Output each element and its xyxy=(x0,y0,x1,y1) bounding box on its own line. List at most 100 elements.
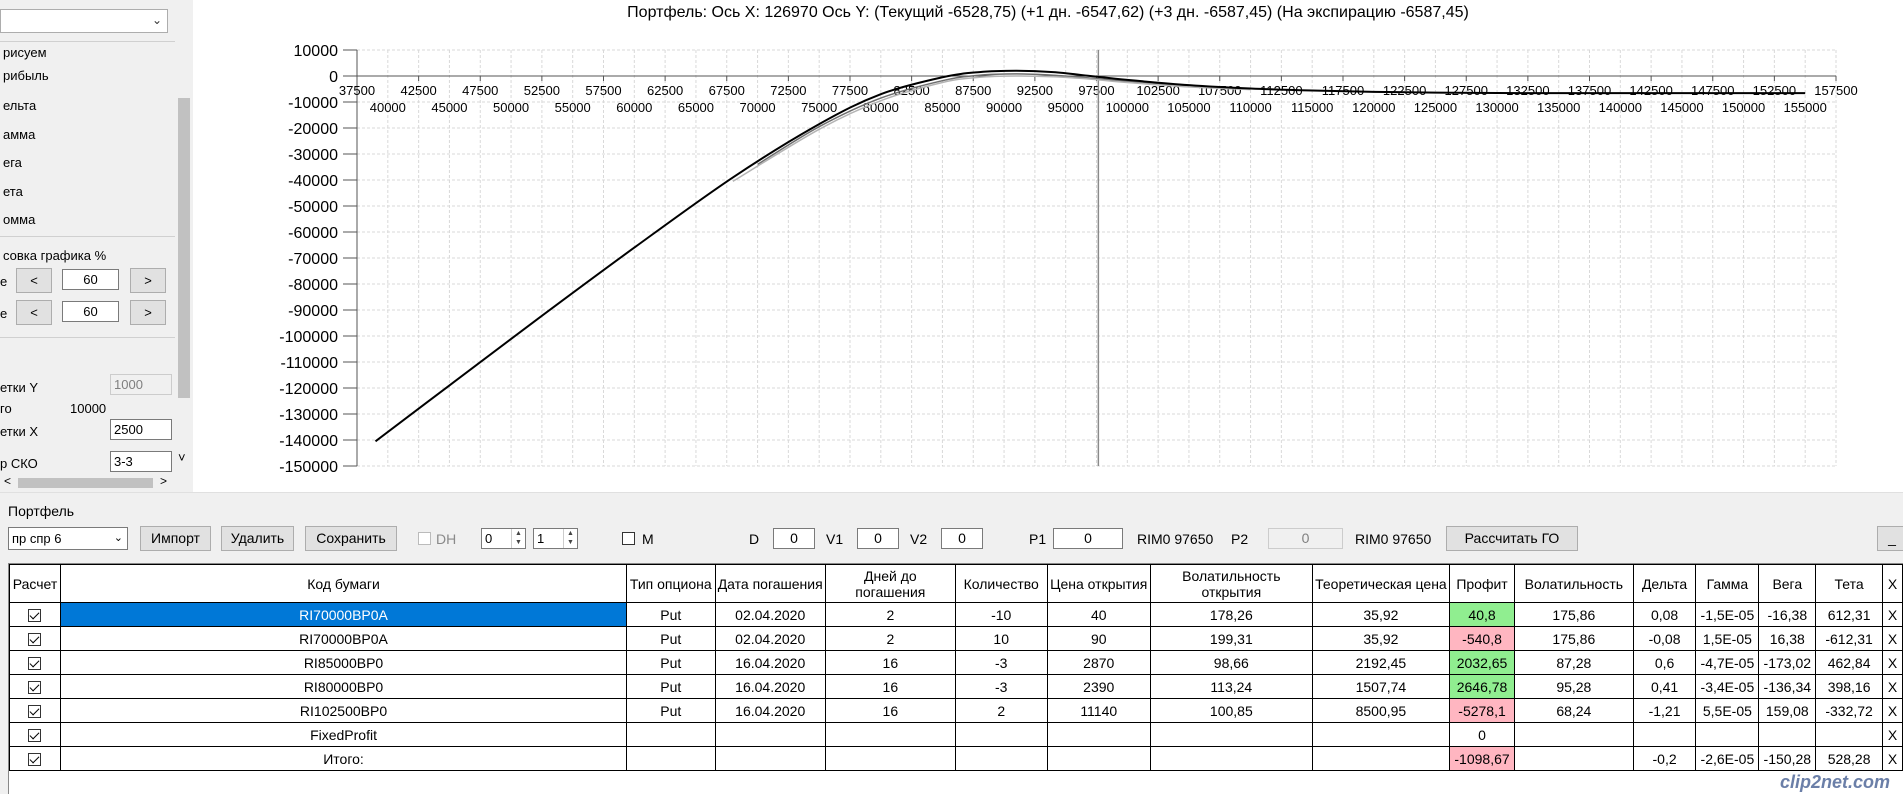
p1-input[interactable]: 0 xyxy=(1053,528,1123,549)
calc-checkbox-cell[interactable] xyxy=(9,674,61,699)
checkbox-checked-icon[interactable] xyxy=(28,681,42,695)
table-cell[interactable]: RI80000BP0 xyxy=(59,674,628,699)
table-cell: 159,08 xyxy=(1758,698,1817,723)
column-header[interactable]: Вега xyxy=(1758,564,1817,603)
calc-checkbox-cell[interactable] xyxy=(9,746,61,771)
checkbox-checked-icon[interactable] xyxy=(28,633,42,647)
column-header[interactable]: Волатильность открытия xyxy=(1149,564,1313,603)
calc-checkbox-cell[interactable] xyxy=(9,602,61,627)
checkbox-checked-icon[interactable] xyxy=(28,729,42,743)
column-header[interactable]: Код бумаги xyxy=(59,564,628,603)
table-cell: 16 xyxy=(824,674,956,699)
table-cell[interactable]: RI70000BP0A xyxy=(59,626,628,651)
table-row[interactable]: RI85000BP0 Put 16.04.2020 16 -3 2870 98,66 2192… xyxy=(9,650,1903,675)
series-line xyxy=(374,69,1806,443)
x-tick-label-lower: 50000 xyxy=(493,100,529,115)
v1-input[interactable]: 0 xyxy=(857,528,899,549)
delete-row-cell[interactable]: X xyxy=(1881,746,1903,771)
table-cell: -612,31 xyxy=(1815,626,1883,651)
table-cell: -1,5E-05 xyxy=(1695,602,1760,627)
v2-input[interactable]: 0 xyxy=(941,528,983,549)
column-header[interactable]: Дней до погашения xyxy=(824,564,956,603)
spin-arrows-icon[interactable]: ▲ ▼ xyxy=(563,529,577,548)
table-cell[interactable]: RI85000BP0 xyxy=(59,650,628,675)
x-tick-label-lower: 145000 xyxy=(1660,100,1703,115)
delete-row-cell[interactable]: X xyxy=(1881,722,1903,747)
x-tick-label-lower: 140000 xyxy=(1599,100,1642,115)
table-cell: 0,41 xyxy=(1632,674,1697,699)
table-cell[interactable]: RI102500BP0 xyxy=(59,698,628,723)
table-row[interactable]: RI70000BP0A Put 02.04.2020 2 10 90 199,31 35,92… xyxy=(9,626,1903,651)
delete-row-cell[interactable]: X xyxy=(1881,674,1903,699)
table-header-row: Расчет Код бумаги Тип опциона Дата погашени… xyxy=(9,564,1903,603)
p1-label: P1 xyxy=(1029,531,1047,547)
save-button[interactable]: Сохранить xyxy=(305,526,397,551)
checkbox-checked-icon[interactable] xyxy=(28,753,42,767)
table-row[interactable]: FixedProfit 0 X xyxy=(9,722,1903,747)
delete-row-cell[interactable]: X xyxy=(1881,650,1903,675)
table-row[interactable]: RI102500BP0 Put 16.04.2020 16 2 11140 100,85 85… xyxy=(9,698,1903,723)
checkbox-checked-icon[interactable] xyxy=(28,705,42,719)
column-header[interactable]: Цена открытия xyxy=(1046,564,1151,603)
minimize-button[interactable]: _ xyxy=(1877,526,1903,551)
portfolio-combo[interactable]: пр спр 6 ⌄ xyxy=(8,527,128,550)
table-cell: -3 xyxy=(954,674,1048,699)
spin-arrows-icon[interactable]: ▲ ▼ xyxy=(511,529,525,548)
delete-row-cell[interactable]: X xyxy=(1881,602,1903,627)
table-cell: 16 xyxy=(824,650,956,675)
pnl-chart[interactable]: 100000-10000-20000-30000-40000-50000-600… xyxy=(0,0,1903,485)
column-header[interactable]: Количество xyxy=(954,564,1048,603)
calc-checkbox-cell[interactable] xyxy=(9,698,61,723)
app-window: ⌄ рисуем рибыль ельта амма ега ета омма … xyxy=(0,0,1903,794)
chevron-down-icon[interactable]: ⌄ xyxy=(114,528,123,549)
table-cell[interactable]: RI70000BP0A xyxy=(59,602,628,627)
column-header[interactable]: Теоретическая цена xyxy=(1311,564,1451,603)
table-cell: Put xyxy=(626,650,716,675)
column-header[interactable]: Профит xyxy=(1449,564,1515,603)
table-cell xyxy=(1758,722,1817,747)
checkbox-checked-icon[interactable] xyxy=(28,609,42,623)
table-cell: -4,7E-05 xyxy=(1695,650,1760,675)
x-tick-label-lower: 115000 xyxy=(1291,100,1333,115)
table-cell xyxy=(1513,746,1634,771)
table-cell: 1507,74 xyxy=(1311,674,1451,699)
import-button[interactable]: Импорт xyxy=(140,526,211,551)
table-row[interactable]: RI70000BP0A Put 02.04.2020 2 -10 40 178,26 35,9… xyxy=(9,602,1903,627)
column-header[interactable]: Гамма xyxy=(1695,564,1760,603)
column-header[interactable]: Тета xyxy=(1815,564,1883,603)
spin-2[interactable]: 1 ▲ ▼ xyxy=(533,528,578,549)
x-tick-label-lower: 135000 xyxy=(1537,100,1580,115)
checkbox-checked-icon[interactable] xyxy=(28,657,42,671)
m-checkbox[interactable] xyxy=(622,532,635,545)
table-cell: 35,92 xyxy=(1311,602,1451,627)
column-header[interactable]: Дата погашения xyxy=(714,564,826,603)
column-header[interactable]: Волатильность xyxy=(1513,564,1634,603)
table-cell: 95,28 xyxy=(1513,674,1634,699)
x-tick-label-lower: 125000 xyxy=(1414,100,1457,115)
table-cell: -1098,67 xyxy=(1449,746,1515,771)
column-header[interactable]: Тип опциона xyxy=(626,564,716,603)
x-tick-label-upper: 67500 xyxy=(709,83,745,98)
calc-checkbox-cell[interactable] xyxy=(9,722,61,747)
x-tick-label-lower: 80000 xyxy=(863,100,899,115)
delete-row-cell[interactable]: X xyxy=(1881,626,1903,651)
table-cell: -173,02 xyxy=(1758,650,1817,675)
delete-row-cell[interactable]: X xyxy=(1881,698,1903,723)
calc-checkbox-cell[interactable] xyxy=(9,650,61,675)
spin-1[interactable]: 0 ▲ ▼ xyxy=(481,528,526,549)
table-cell: -150,28 xyxy=(1758,746,1817,771)
table-cell xyxy=(1311,722,1451,747)
table-row[interactable]: RI80000BP0 Put 16.04.2020 16 -3 2390 113,24 150… xyxy=(9,674,1903,699)
column-header[interactable]: Расчет xyxy=(9,564,61,603)
calc-go-button[interactable]: Рассчитать ГО xyxy=(1446,526,1578,551)
column-header[interactable]: Дельта xyxy=(1632,564,1697,603)
delete-button[interactable]: Удалить xyxy=(221,526,294,551)
table-cell[interactable]: FixedProfit xyxy=(59,722,628,747)
calc-checkbox-cell[interactable] xyxy=(9,626,61,651)
d-input[interactable]: 0 xyxy=(773,528,815,549)
table-row[interactable]: Итого: -1098,67 -0,2 -2,6E-05 -150,28 528,28 X xyxy=(9,746,1903,771)
table-cell[interactable]: Итого: xyxy=(59,746,628,771)
table-cell: 10 xyxy=(954,626,1048,651)
column-header[interactable]: X xyxy=(1881,564,1903,603)
x-tick-label-upper: 52500 xyxy=(524,83,560,98)
